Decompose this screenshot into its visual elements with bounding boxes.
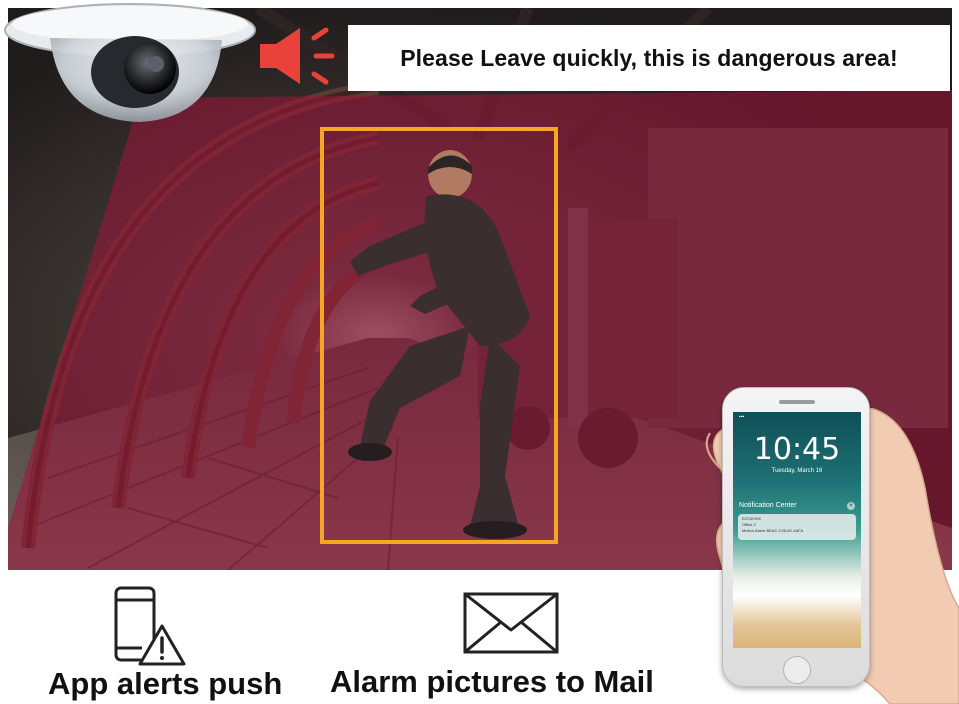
phone-status-bar: ▪▪▪ bbox=[739, 414, 855, 420]
lock-screen-time: 10:45 bbox=[753, 432, 841, 467]
dome-camera-icon bbox=[4, 3, 256, 122]
phone-warning-icon bbox=[114, 586, 186, 666]
home-button[interactable] bbox=[783, 656, 811, 684]
lock-screen-date: Tuesday, March 16 bbox=[771, 468, 823, 474]
smartphone: ▪▪▪ 10:45 Tuesday, March 16 Notification… bbox=[722, 387, 870, 687]
speaker-alarm-icon bbox=[260, 27, 335, 85]
envelope-icon bbox=[463, 592, 559, 654]
detection-bounding-box bbox=[320, 127, 558, 544]
phone-lock-screen: ▪▪▪ 10:45 Tuesday, March 16 Notification… bbox=[733, 412, 861, 648]
feature-label-mail: Alarm pictures to Mail bbox=[330, 664, 654, 699]
alert-banner: Please Leave quickly, this is dangerous … bbox=[348, 25, 950, 91]
alert-message: Please Leave quickly, this is dangerous … bbox=[400, 44, 898, 71]
notification-center-label: Notification Center bbox=[739, 502, 797, 509]
signal-icon: ▪▪▪ bbox=[739, 414, 745, 420]
close-icon[interactable]: × bbox=[847, 502, 855, 510]
feature-label-app-alerts: App alerts push bbox=[48, 666, 283, 701]
notification-card[interactable]: EZVIZ/HIK Office 2 Motion Alarm BEAC-C9D… bbox=[738, 514, 856, 540]
notification-body: Motion Alarm BEAC-C9D4G-4AFA bbox=[742, 528, 804, 533]
phone-speaker-grille bbox=[779, 400, 815, 404]
